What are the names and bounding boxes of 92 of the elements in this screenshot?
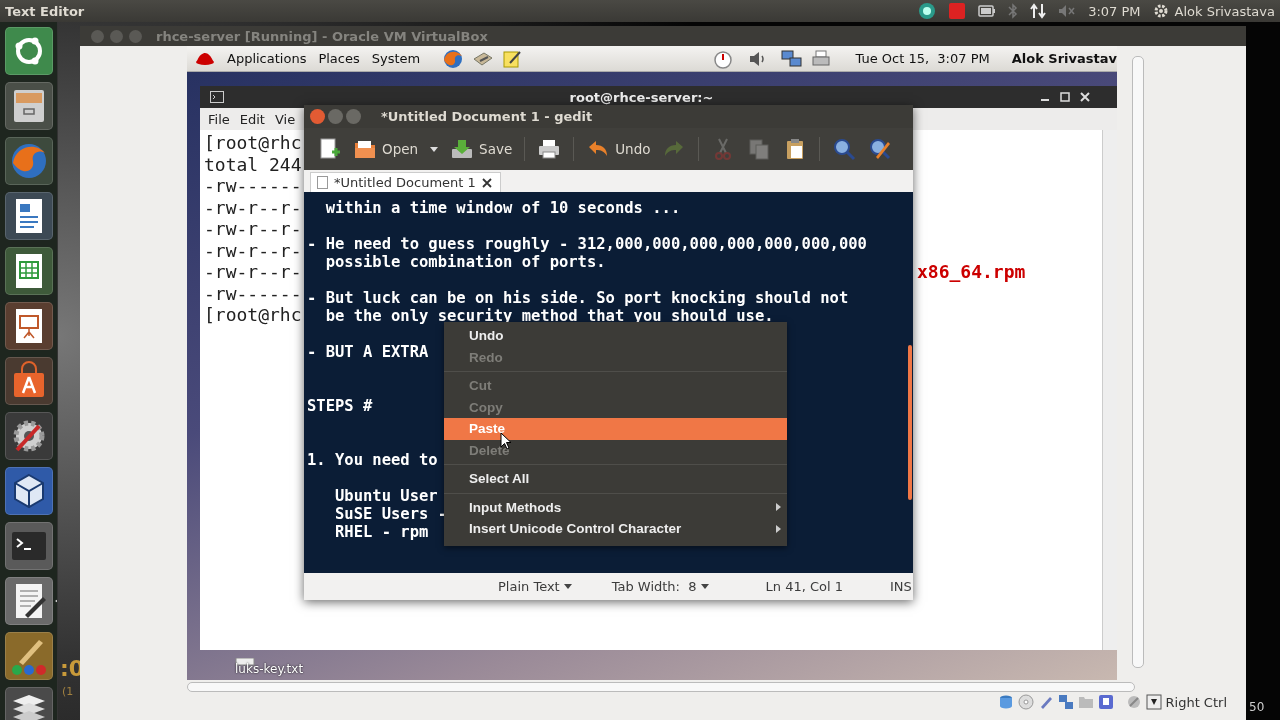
caret-icon xyxy=(563,583,572,590)
terminal-line: -rw-r--r- xyxy=(204,218,302,239)
close-button[interactable] xyxy=(310,109,325,124)
launcher-item[interactable] xyxy=(4,192,53,240)
printer-icon[interactable] xyxy=(811,48,832,69)
insert-mode: INS xyxy=(890,579,912,594)
new-document-icon xyxy=(317,137,341,161)
printer-icon xyxy=(537,137,562,161)
bluetooth-icon[interactable] xyxy=(1008,3,1019,19)
terminal-line: -rw-r--r- xyxy=(204,239,302,261)
network-icon[interactable] xyxy=(1057,694,1074,710)
close-icon[interactable] xyxy=(1079,91,1091,103)
user-name[interactable]: Alok Srivastav xyxy=(1011,51,1117,66)
speaker-muted-icon[interactable] xyxy=(1058,4,1077,18)
text-line: - But luck can be on his side. So port knocking should not xyxy=(307,289,849,307)
network-computers-icon[interactable] xyxy=(781,48,804,69)
text-line: within a time window of 10 seconds ... xyxy=(324,199,681,217)
text-line: 1. You need to xyxy=(307,451,438,469)
panel-menu[interactable]: Places xyxy=(318,51,360,66)
hat-logo-icon[interactable] xyxy=(195,50,215,67)
copy-icon xyxy=(747,137,772,161)
desktop-icon-label[interactable]: luks-key.txt xyxy=(235,662,304,676)
menu-item[interactable]: Input Methods xyxy=(444,496,787,518)
terminal-line: [root@rhc xyxy=(204,132,302,153)
open-button[interactable]: Open xyxy=(350,135,422,163)
search-replace-icon xyxy=(868,137,893,161)
window-title: root@rhce-server:~ xyxy=(568,89,715,105)
status-indicator-icon[interactable] xyxy=(918,2,937,20)
scrollbar-thumb[interactable] xyxy=(908,345,912,500)
terminal-line: -rw-r--r- xyxy=(204,196,302,218)
panel-menu[interactable]: System xyxy=(371,51,421,66)
document-tab[interactable]: *Untitled Document 1 xyxy=(310,172,501,192)
menu-item[interactable]: Vie xyxy=(274,111,296,127)
text-line: possible combination of ports. xyxy=(324,253,606,271)
terminal-line: -rw------ xyxy=(204,175,302,196)
terminal-line: -rw------ xyxy=(204,282,302,304)
terminal-line: total 244 xyxy=(204,153,302,175)
text-line: - He need to guess roughly - 312,000,000,000,000,000,000,000 xyxy=(307,235,867,253)
menu-item[interactable]: Insert Unicode Control Character xyxy=(444,518,787,540)
network-arrows-icon[interactable] xyxy=(1030,3,1047,19)
date-time[interactable]: Tue Oct 15, 3:07 PM xyxy=(855,51,990,66)
host-key-label: Right Ctrl xyxy=(1165,694,1227,710)
display-icon[interactable] xyxy=(1097,694,1114,710)
menu-item[interactable]: Edit xyxy=(239,111,265,127)
text-line: STEPS # xyxy=(307,397,373,415)
text-line: Ubuntu User xyxy=(334,487,438,505)
save-button[interactable]: Save xyxy=(447,135,516,163)
menu-item[interactable]: Select All xyxy=(444,468,787,490)
language-dropdown[interactable]: Plain Text xyxy=(494,579,576,594)
text-line: - BUT A EXTRA xyxy=(307,343,429,361)
launcher-item[interactable] xyxy=(4,632,53,680)
launcher-item[interactable] xyxy=(4,302,53,350)
caret-icon xyxy=(700,583,709,590)
terminal-line: [root@rhc xyxy=(204,304,302,325)
terminal-icon xyxy=(210,91,224,103)
app-title: Text Editor xyxy=(5,3,85,19)
partial-text: (1 xyxy=(62,685,74,698)
launcher-item[interactable] xyxy=(4,357,53,405)
settings-icon[interactable] xyxy=(1152,3,1169,19)
window-title: *Untitled Document 1 - gedit xyxy=(381,109,593,124)
dropdown-caret-icon xyxy=(430,146,439,152)
menu-item[interactable]: File xyxy=(208,111,230,127)
terminal-text: x86_64.rpm xyxy=(917,261,1026,283)
launcher-item[interactable] xyxy=(4,467,53,515)
document-icon xyxy=(317,176,328,189)
window-title: rhce-server [Running] - Oracle VM VirtualBox xyxy=(156,28,488,44)
close-icon xyxy=(481,177,492,188)
battery-icon[interactable] xyxy=(978,5,997,17)
launcher-item[interactable] xyxy=(4,82,53,130)
launcher-item[interactable] xyxy=(4,687,53,720)
close-tab-button[interactable] xyxy=(481,177,492,188)
save-icon xyxy=(450,137,475,161)
panel-menu[interactable]: Applications xyxy=(227,51,307,66)
undo-button[interactable]: Undo xyxy=(583,135,654,163)
cursor-position: Ln 41, Col 1 xyxy=(765,579,843,594)
text-line: RHEL - rpm xyxy=(334,523,429,541)
browser-globe-icon[interactable] xyxy=(442,47,465,70)
tab-width-dropdown[interactable]: Tab Width: 8 xyxy=(607,579,713,594)
notepad-pencil-icon[interactable] xyxy=(502,48,523,69)
search-icon xyxy=(832,137,857,161)
maximize-icon[interactable] xyxy=(1059,91,1071,103)
clock[interactable]: 3:07 PM xyxy=(1088,3,1141,19)
partial-text: 50 xyxy=(1249,700,1265,714)
horizontal-scrollbar[interactable] xyxy=(187,682,1135,692)
vertical-scrollbar[interactable] xyxy=(1132,56,1144,668)
launcher-item[interactable] xyxy=(4,27,53,75)
disk-icon[interactable] xyxy=(997,694,1014,710)
user-name[interactable]: Alok Srivastava xyxy=(1174,3,1275,19)
launcher-item[interactable] xyxy=(4,247,53,295)
launcher-item[interactable] xyxy=(4,412,53,460)
menu-item[interactable]: Undo xyxy=(444,325,787,347)
terminal-line: -rw-r--r- xyxy=(204,261,302,282)
